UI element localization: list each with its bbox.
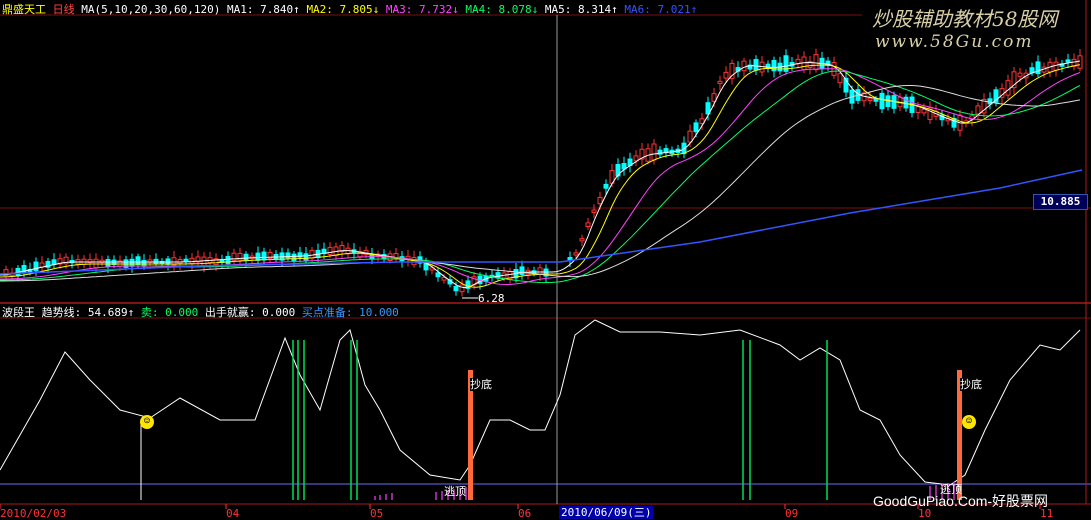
candle-body bbox=[813, 54, 819, 71]
candle-body bbox=[723, 71, 729, 79]
x-axis-label: 10 bbox=[918, 507, 932, 520]
candle-body bbox=[237, 252, 243, 261]
buy-ready-value: 买点准备: 10.000 bbox=[301, 306, 399, 319]
candle-body bbox=[537, 267, 543, 275]
candle-body bbox=[1077, 55, 1083, 69]
candle-body bbox=[693, 122, 699, 133]
candle-body bbox=[879, 92, 885, 110]
sell-value: 卖: 0.000 bbox=[140, 306, 199, 319]
current-price-label: 10.885 bbox=[1033, 194, 1088, 210]
x-axis-label: 11 bbox=[1040, 507, 1054, 520]
stock-chart[interactable] bbox=[0, 0, 1091, 520]
candle-body bbox=[921, 108, 927, 114]
watermark-brand: 炒股辅助教材58股网 bbox=[872, 7, 1058, 31]
candle-body bbox=[105, 259, 111, 267]
indicator-name[interactable]: 波段王 bbox=[2, 306, 35, 319]
top-info-bar: 鼎盛天工 日线 MA(5,10,20,30,60,120) MA1: 7.840… bbox=[2, 3, 697, 16]
candle-body bbox=[39, 262, 45, 268]
candle-body bbox=[1065, 59, 1071, 63]
candle-body bbox=[291, 253, 297, 262]
candle-body bbox=[453, 286, 459, 292]
x-axis-label: 04 bbox=[226, 507, 240, 520]
candle-body bbox=[141, 259, 147, 267]
candle-body bbox=[261, 251, 267, 261]
candle-body bbox=[573, 252, 579, 256]
candle-body bbox=[753, 59, 759, 71]
ma-line bbox=[0, 68, 1081, 286]
candle-body bbox=[603, 183, 609, 189]
watermark-url: www.58Gu.com bbox=[875, 32, 1034, 52]
trend-line bbox=[0, 319, 1081, 486]
candle-body bbox=[435, 272, 441, 278]
stock-name[interactable]: 鼎盛天工 bbox=[2, 3, 46, 16]
candle-body bbox=[651, 143, 657, 161]
candle-body bbox=[243, 253, 249, 261]
candle-body bbox=[135, 256, 141, 266]
bottom-fish-label-2: 抄底 bbox=[960, 378, 982, 391]
candle-body bbox=[579, 238, 585, 242]
x-axis-label: 2010/02/03 bbox=[0, 507, 67, 520]
period-label[interactable]: 日线 bbox=[53, 3, 75, 16]
x-axis-label: 06 bbox=[518, 507, 532, 520]
ma2-value: MA2: 7.805↓ bbox=[306, 3, 380, 16]
smiley-icon: ☺ bbox=[962, 415, 976, 429]
candle-body bbox=[1017, 72, 1023, 77]
bottom-fish-label-1: 抄底 bbox=[470, 378, 492, 391]
ma6-value: MA6: 7.021↑ bbox=[624, 3, 698, 16]
trend-line-value: 趋势线: 54.689↑ bbox=[41, 306, 135, 319]
candle-body bbox=[873, 98, 879, 102]
ma-line bbox=[0, 60, 1081, 289]
candle-body bbox=[975, 105, 981, 115]
candle-body bbox=[801, 56, 807, 71]
candle-body bbox=[129, 258, 135, 267]
candle-body bbox=[51, 259, 57, 265]
candle-body bbox=[597, 196, 603, 205]
ma-line bbox=[0, 64, 1081, 288]
candle-body bbox=[585, 222, 591, 228]
candle-body bbox=[459, 284, 465, 293]
candle-body bbox=[915, 106, 921, 113]
candle-body bbox=[633, 155, 639, 162]
x-axis-cursor-date: 2010/06/09(三) bbox=[559, 506, 654, 519]
ma-params: MA(5,10,20,30,60,120) bbox=[81, 3, 221, 16]
indicator-header: 波段王 趋势线: 54.689↑ 卖: 0.000 出手就赢: 0.000 买点… bbox=[2, 306, 399, 319]
candle-body bbox=[177, 258, 183, 264]
candle-body bbox=[1005, 80, 1011, 96]
escape-label-1: 逃顶 bbox=[444, 485, 466, 498]
candle-body bbox=[255, 252, 261, 261]
candle-body bbox=[591, 209, 597, 213]
watermark-bottom: GoodGuPiao.Com-好股票网 bbox=[873, 493, 1049, 509]
candle-body bbox=[189, 257, 195, 264]
x-axis-label: 09 bbox=[785, 507, 799, 520]
ma5-value: MA5: 8.314↑ bbox=[544, 3, 618, 16]
candle-body bbox=[303, 253, 309, 261]
low-price-marker: 6.28 bbox=[478, 292, 505, 305]
ma1-value: MA1: 7.840↑ bbox=[226, 3, 300, 16]
candle-body bbox=[309, 249, 315, 259]
candle-body bbox=[741, 60, 747, 72]
candle-body bbox=[225, 255, 231, 265]
ma3-value: MA3: 7.732↓ bbox=[385, 3, 459, 16]
smiley-icon: ☺ bbox=[140, 415, 154, 429]
ma4-value: MA4: 8.078↓ bbox=[465, 3, 539, 16]
x-axis-label: 05 bbox=[370, 507, 384, 520]
win-value: 出手就赢: 0.000 bbox=[204, 306, 296, 319]
candle-body bbox=[867, 97, 873, 102]
candle-body bbox=[327, 246, 333, 255]
candle-body bbox=[837, 73, 843, 84]
candle-body bbox=[717, 80, 723, 84]
candle-body bbox=[33, 261, 39, 272]
candle-body bbox=[687, 130, 693, 143]
candle-body bbox=[93, 258, 99, 269]
